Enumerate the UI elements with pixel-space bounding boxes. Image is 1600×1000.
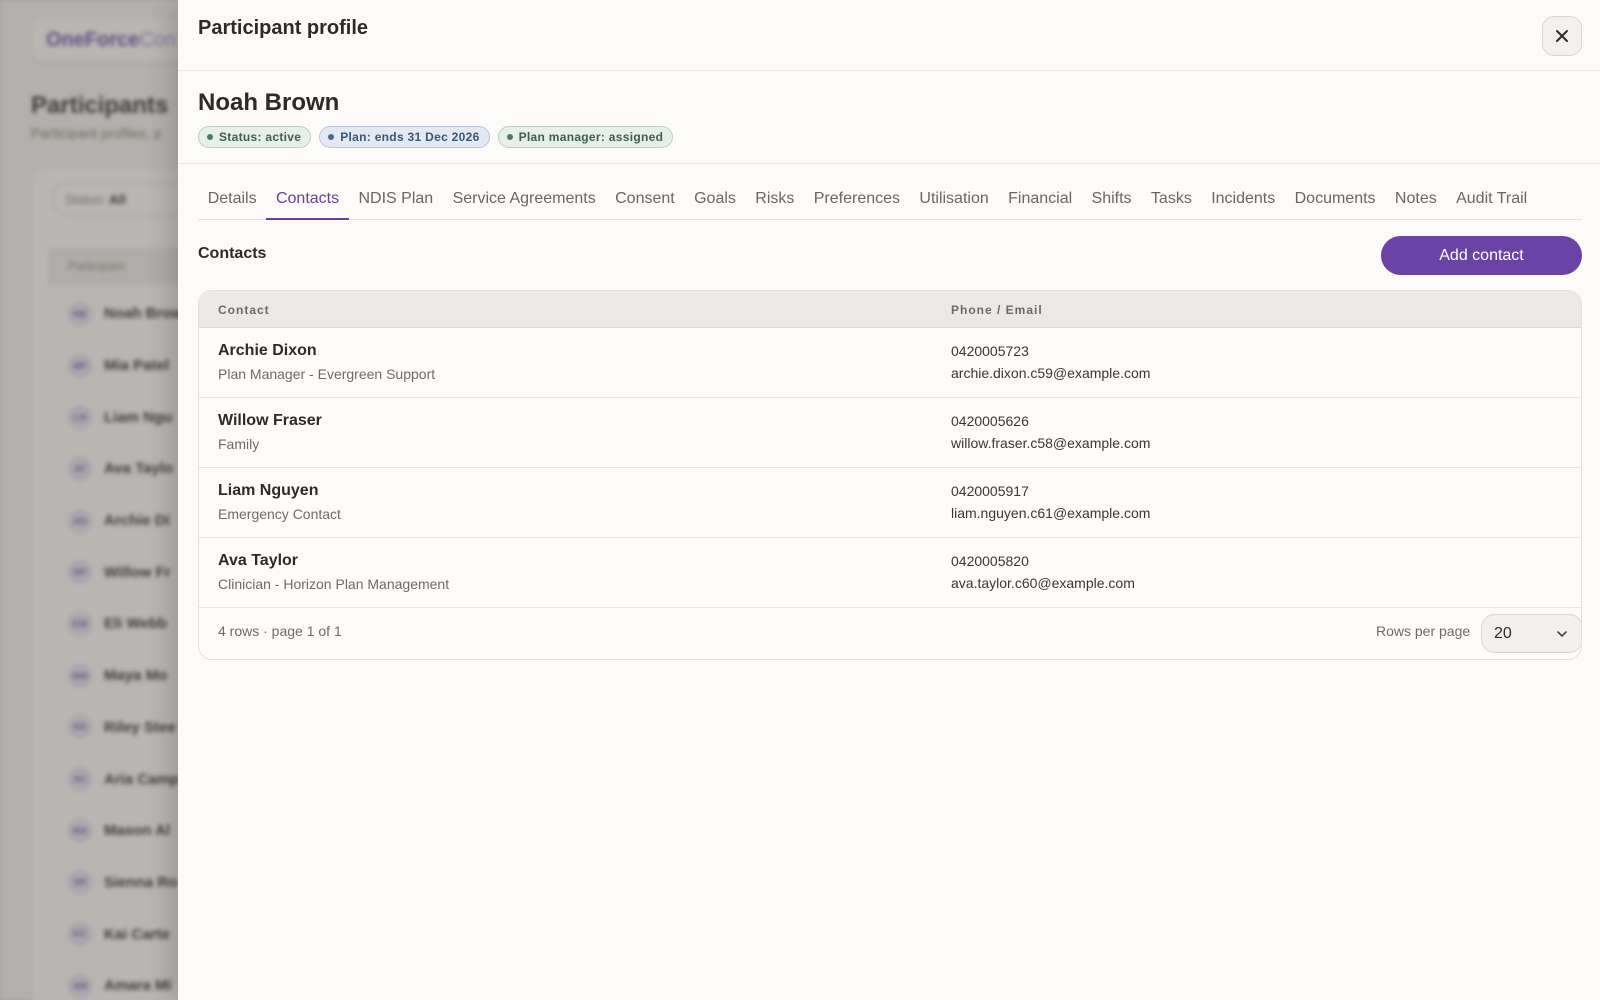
section-title: Contacts (198, 245, 267, 262)
tab-utilisation[interactable]: Utilisation (910, 184, 999, 220)
tab-preferences[interactable]: Preferences (804, 184, 910, 220)
contact-name: Ava Taylor (218, 552, 299, 569)
table-row[interactable]: Willow Fraser Family 0420005626 willow.fras… (199, 398, 1581, 468)
contact-email: liam.nguyen.c61@example.com (951, 505, 1151, 521)
tab-audit-trail[interactable]: Audit Trail (1446, 184, 1537, 220)
row-count: 4 rows · page 1 of 1 (218, 623, 342, 639)
status-badge: Plan: ends 31 Dec 2026 (319, 126, 490, 148)
drawer-title: Participant profile (198, 17, 369, 39)
status-dot-icon (506, 134, 513, 140)
contact-phone: 0420005917 (951, 483, 1029, 499)
profile-tabs: Details Contacts NDIS Plan Service Agreemen… (198, 184, 1582, 220)
rows-per-page-label: Rows per page (1376, 623, 1471, 639)
table-row[interactable]: Archie Dixon Plan Manager - Evergreen Sup… (199, 328, 1581, 398)
tab-incidents[interactable]: Incidents (1202, 184, 1285, 220)
contact-role: Family (218, 436, 260, 452)
close-icon (1556, 30, 1568, 42)
status-badge: Plan manager: assigned (497, 126, 674, 148)
tab-risks[interactable]: Risks (746, 184, 804, 220)
column-header-phone-email: Phone / Email (951, 303, 1043, 317)
chevron-down-icon (1557, 630, 1567, 637)
contact-name: Archie Dixon (218, 342, 317, 359)
table-row[interactable]: Liam Nguyen Emergency Contact 0420005917 li… (199, 468, 1581, 538)
profile-header: Noah Brown Status: active Plan: ends 31 D… (178, 71, 1600, 164)
contact-phone: 0420005820 (951, 553, 1029, 569)
contact-name: Liam Nguyen (218, 482, 319, 499)
contact-phone: 0420005626 (951, 413, 1029, 429)
status-badge: Status: active (198, 126, 312, 148)
contact-name: Willow Fraser (218, 412, 322, 429)
status-dot-icon (328, 134, 335, 140)
contact-email: archie.dixon.c59@example.com (951, 365, 1151, 381)
rows-per-page-value: 20 (1494, 624, 1512, 642)
contact-phone: 0420005723 (951, 343, 1029, 359)
column-header-contact: Contact (218, 303, 270, 317)
participant-profile-drawer: Participant profile Noah Brown Status: a… (178, 0, 1600, 1000)
tab-details[interactable]: Details (198, 184, 266, 220)
tab-notes[interactable]: Notes (1385, 184, 1446, 220)
tab-service-agreements[interactable]: Service Agreements (443, 184, 606, 220)
contact-role: Clinician - Horizon Plan Management (218, 576, 450, 592)
tab-tasks[interactable]: Tasks (1141, 184, 1201, 220)
badge-label: Plan manager: assigned (518, 130, 664, 144)
tab-consent[interactable]: Consent (605, 184, 684, 220)
table-body: Archie Dixon Plan Manager - Evergreen Sup… (199, 328, 1581, 608)
status-badges: Status: active Plan: ends 31 Dec 2026 Plan… (198, 126, 674, 148)
rows-per-page-select[interactable]: 20 (1481, 614, 1581, 653)
badge-label: Status: active (219, 130, 302, 144)
contact-role: Plan Manager - Evergreen Support (218, 366, 436, 382)
tab-contacts[interactable]: Contacts (266, 184, 349, 220)
contact-role: Emergency Contact (218, 506, 341, 522)
add-contact-button[interactable]: Add contact (1381, 236, 1582, 275)
close-button[interactable] (1542, 16, 1582, 56)
drawer-header: Participant profile (178, 0, 1600, 71)
tab-documents[interactable]: Documents (1285, 184, 1385, 220)
contact-email: ava.taylor.c60@example.com (951, 575, 1135, 591)
tab-shifts[interactable]: Shifts (1082, 184, 1141, 220)
table-header: Contact Phone / Email (199, 291, 1581, 328)
status-dot-icon (207, 134, 213, 140)
table-footer: 4 rows · page 1 of 1 Rows per page 20 (199, 608, 1581, 659)
tab-ndis-plan[interactable]: NDIS Plan (349, 184, 443, 220)
participant-name: Noah Brown (198, 89, 340, 116)
contact-email: willow.fraser.c58@example.com (951, 435, 1151, 451)
tab-financial[interactable]: Financial (998, 184, 1081, 220)
table-row[interactable]: Ava Taylor Clinician - Horizon Plan Manag… (199, 538, 1581, 608)
badge-label: Plan: ends 31 Dec 2026 (340, 130, 480, 144)
contacts-table: Contact Phone / Email Archie Dixon Plan M… (198, 290, 1582, 660)
tab-goals[interactable]: Goals (684, 184, 745, 220)
